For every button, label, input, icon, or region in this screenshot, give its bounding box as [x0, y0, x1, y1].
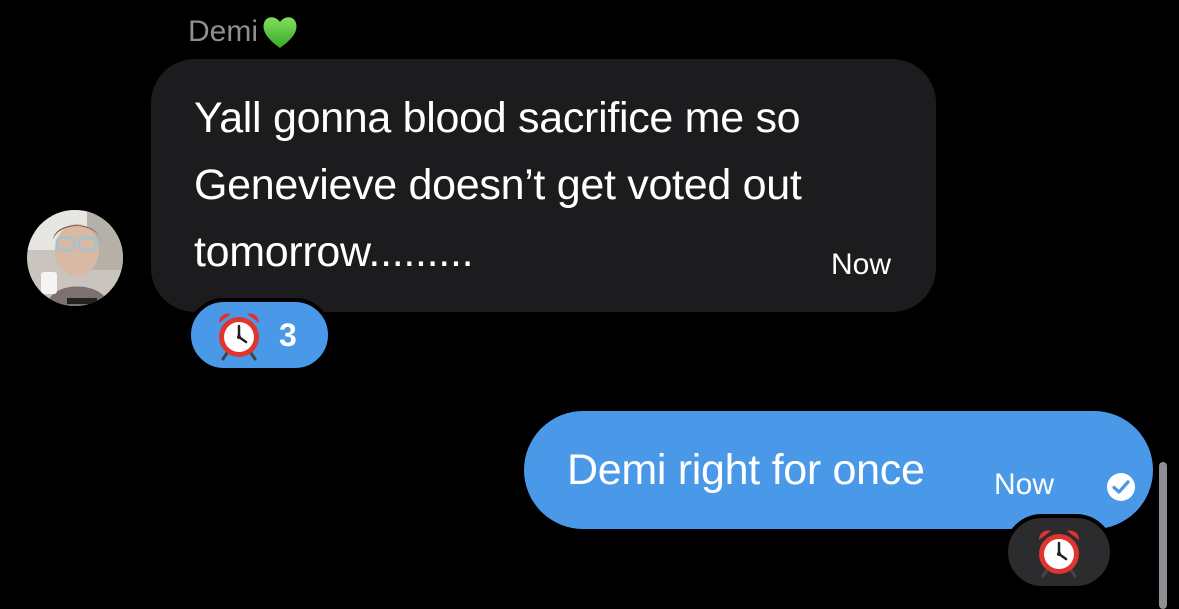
sent-check-icon — [1107, 473, 1135, 501]
outgoing-timestamp: Now — [994, 468, 1055, 501]
dm-conversation: Demi Yall gonna blood sacrifice me so Ge… — [0, 0, 1179, 609]
sender-name-row: Demi — [188, 12, 300, 52]
alarm-clock-icon — [1038, 530, 1080, 578]
scrollbar[interactable] — [1159, 462, 1167, 609]
avatar[interactable] — [27, 210, 123, 306]
green-heart-icon — [263, 17, 297, 48]
sender-name: Demi — [188, 15, 259, 48]
reaction-count: 3 — [279, 316, 297, 353]
incoming-reaction-pill[interactable]: 3 — [187, 298, 332, 372]
avatar-image — [27, 210, 123, 306]
incoming-message-bubble[interactable]: Yall gonna blood sacrifice me so Genevie… — [151, 59, 936, 312]
alarm-clock-icon — [218, 313, 260, 361]
outgoing-message-text: Demi right for once — [567, 446, 925, 494]
outgoing-reaction-pill[interactable] — [1004, 514, 1114, 590]
incoming-timestamp: Now — [830, 248, 891, 281]
outgoing-message-bubble[interactable]: Demi right for once Now — [524, 411, 1153, 529]
incoming-message-text: Yall gonna blood sacrifice me so Genevie… — [194, 94, 802, 276]
